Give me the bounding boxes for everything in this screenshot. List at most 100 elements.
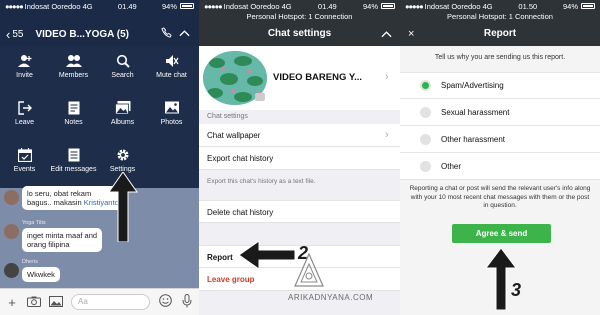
network-type: 4G [482, 1, 493, 11]
search-icon [116, 54, 130, 68]
chat-title[interactable]: VIDEO B...YOGA (5) [35, 29, 157, 40]
collapse-chevron-icon[interactable] [175, 28, 193, 40]
message-bubble[interactable]: inget minta maaf and orang filipina [22, 228, 103, 252]
signal-icon: ●●●●● [5, 1, 24, 11]
clock: 01.49 [317, 1, 337, 11]
close-icon[interactable]: × [408, 22, 414, 46]
menu-notes[interactable]: Notes [49, 93, 98, 140]
back-chevron-icon[interactable]: ‹ [6, 27, 10, 42]
screenshot-root: ●●●●● Indosat Ooredoo 4G 01.49 94% ‹ 55 V… [0, 0, 600, 315]
members-icon [65, 55, 82, 67]
settings-header: Chat settings [199, 22, 400, 46]
collapse-chevron-icon[interactable] [381, 22, 392, 46]
radio-selected-icon[interactable] [420, 80, 431, 91]
row-label: Chat wallpaper [207, 131, 261, 140]
edit-messages-icon [68, 148, 79, 162]
plus-icon[interactable]: + [5, 295, 19, 310]
avatar [4, 263, 19, 278]
message-text: orang filipina [27, 240, 70, 249]
mute-icon [165, 55, 178, 67]
option-label: Other [441, 161, 462, 171]
group-name: VIDEO BARENG Y... [273, 72, 363, 83]
menu-photos[interactable]: Photos [147, 93, 196, 140]
network-type: 4G [281, 1, 292, 11]
chat-header: ‹ 55 VIDEO B...YOGA (5) [0, 22, 199, 46]
menu-albums[interactable]: Albums [98, 93, 147, 140]
up-arrow-pointer [108, 172, 138, 242]
group-profile[interactable]: VIDEO BARENG Y... › [199, 46, 400, 110]
hotspot-bar: Personal Hotspot: 1 Connection [199, 12, 400, 22]
notes-icon [68, 101, 79, 115]
menu-label: Albums [110, 119, 135, 126]
report-option-other-harassment[interactable]: Other harassment [400, 126, 600, 153]
report-option-sexual-harassment[interactable]: Sexual harassment [400, 99, 600, 126]
battery-percent: 94% [362, 1, 378, 11]
chat-wallpaper-row[interactable]: Chat wallpaper › [199, 124, 400, 147]
section-label: Chat settings [207, 113, 248, 120]
menu-mute-chat[interactable]: Mute chat [147, 46, 196, 93]
report-option-other[interactable]: Other [400, 153, 600, 180]
page-title: Chat settings [267, 28, 332, 39]
report-header: × Report [400, 22, 600, 46]
battery-icon [381, 3, 395, 9]
sender-name: Dheris [22, 259, 38, 265]
watermark-text: ARIKADNYANA.COM [288, 293, 374, 302]
avatar [4, 190, 19, 205]
radio-icon[interactable] [420, 133, 431, 145]
report-prompt: Tell us why you are sending us this repo… [434, 54, 566, 61]
radio-icon[interactable] [420, 106, 431, 118]
message-bubble[interactable]: Wkwkek [22, 267, 60, 282]
chat-screen: ●●●●● Indosat Ooredoo 4G 01.49 94% ‹ 55 V… [0, 0, 199, 315]
clock: 01.50 [518, 1, 538, 11]
message-text: Wkwkek [27, 270, 55, 279]
status-bar: ●●●●● Indosat Ooredoo 4G 01.49 94% [199, 0, 400, 12]
calendar-icon [17, 148, 32, 162]
menu-label: Leave [14, 119, 35, 126]
menu-members[interactable]: Members [49, 46, 98, 93]
phone-icon[interactable] [157, 27, 175, 41]
signal-icon: ●●●●● [405, 1, 424, 11]
message-text: inget minta maaf and [27, 231, 98, 240]
clock: 01.49 [117, 1, 137, 11]
menu-label: Members [58, 72, 89, 79]
network-type: 4G [82, 1, 93, 11]
carrier: Indosat Ooredoo [24, 1, 81, 11]
message-input[interactable]: Aa [71, 294, 150, 310]
menu-label: Events [13, 166, 36, 173]
chat-settings-screen: ●●●●● Indosat Ooredoo 4G 01.49 94% Person… [199, 0, 400, 315]
option-label: Spam/Advertising [441, 81, 504, 90]
camera-icon[interactable] [255, 93, 265, 101]
menu-leave[interactable]: Leave [0, 93, 49, 140]
hotspot-bar: Personal Hotspot: 1 Connection [400, 12, 600, 22]
unread-count[interactable]: 55 [12, 29, 23, 40]
battery-icon [180, 3, 194, 9]
gear-icon [117, 149, 128, 161]
menu-label: Edit messages [50, 166, 97, 173]
camera-icon[interactable] [27, 295, 41, 310]
status-bar: ●●●●● Indosat Ooredoo 4G 01.49 94% [0, 0, 199, 12]
battery-percent: 94% [161, 1, 177, 11]
leave-icon [17, 101, 32, 115]
menu-label: Invite [16, 72, 33, 79]
carrier: Indosat Ooredoo [424, 1, 481, 11]
message-text: lo seru, obat rekam [27, 189, 92, 198]
menu-events[interactable]: Events [0, 140, 49, 187]
radio-icon[interactable] [420, 160, 431, 172]
carrier: Indosat Ooredoo [223, 1, 280, 11]
report-option-spam[interactable]: Spam/Advertising [400, 72, 600, 99]
option-label: Other harassment [441, 134, 506, 144]
image-icon[interactable] [49, 295, 63, 310]
agree-send-button[interactable]: Agree & send [452, 224, 551, 243]
microphone-icon[interactable] [180, 293, 194, 311]
export-note: Export this chat's history as a text fil… [207, 178, 316, 185]
emoji-icon[interactable] [158, 294, 172, 310]
invite-icon [17, 55, 31, 67]
delete-chat-history-row[interactable]: Delete chat history [199, 200, 400, 223]
menu-invite[interactable]: Invite [0, 46, 49, 93]
menu-search[interactable]: Search [98, 46, 147, 93]
menu-edit-messages[interactable]: Edit messages [49, 140, 98, 187]
report-screen: ●●●●● Indosat Ooredoo 4G 01.50 94% Person… [400, 0, 600, 315]
export-chat-history-row[interactable]: Export chat history [199, 147, 400, 170]
albums-icon [115, 101, 130, 114]
sender-name: Yoga Titis [22, 220, 46, 226]
